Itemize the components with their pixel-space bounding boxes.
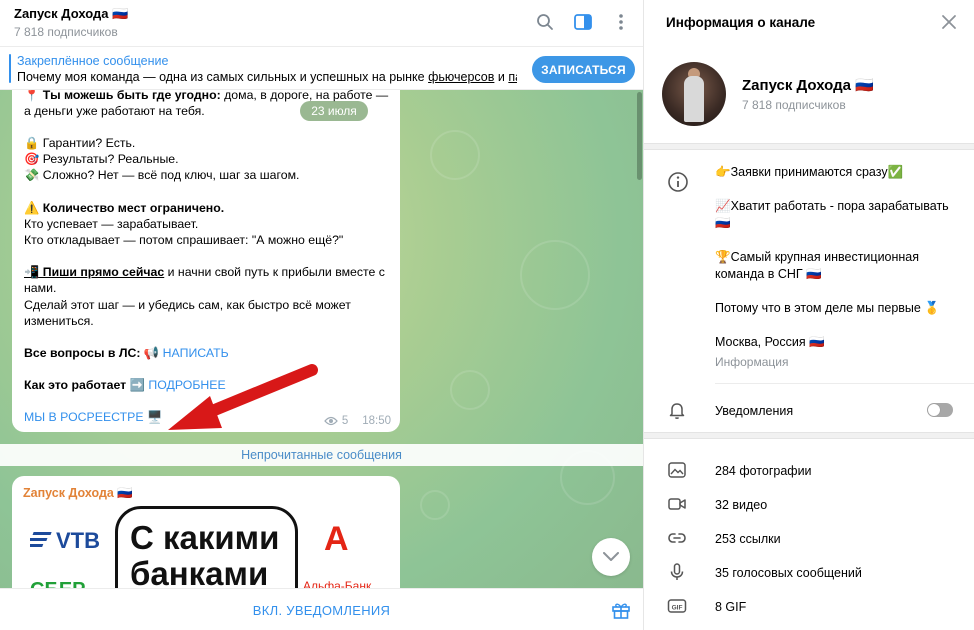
description-caption: Информация [715,355,789,369]
registry-link[interactable]: МЫ В РОСРЕЕСТРЕ [24,410,144,424]
channel-subscribers: 7 818 подписчиков [742,98,846,112]
unread-messages-divider: Непрочитанные сообщения [0,444,643,466]
close-icon[interactable] [940,13,958,31]
message-line: измениться. [24,314,94,328]
date-badge[interactable]: 23 июля [300,101,368,121]
media-photos[interactable]: 284 фотографии [715,464,812,478]
scroll-down-button[interactable] [592,538,630,576]
message-line: ⚠️ Количество мест ограничено. [24,201,225,215]
join-button[interactable]: ЗАПИСАТЬСЯ [532,56,635,83]
photo-icon [667,460,687,480]
message-author[interactable]: Zапуск Дохода 🇷🇺 [23,486,133,501]
notifications-label: Уведомления [715,404,794,418]
write-link[interactable]: НАПИСАТЬ [163,346,229,360]
section-separator [644,432,974,439]
pinned-message[interactable]: Закреплённое сообщение Почему моя команд… [0,47,643,90]
pinned-title: Закреплённое сообщение [17,54,169,68]
red-arrow-annotation [168,364,318,430]
svg-text:GIF: GIF [672,604,683,611]
chat-header[interactable]: Zапуск Дохода 🇷🇺 7 818 подписчиков [0,0,643,47]
chevron-down-icon [603,552,619,562]
gift-icon[interactable] [611,600,631,620]
link-icon [667,528,687,548]
background-doodle [450,370,490,410]
description-line: Москва, Россия 🇷🇺 [715,335,825,349]
media-links[interactable]: 253 ссылки [715,532,781,546]
message-line: Кто успевает — зарабатывает. [24,217,199,231]
background-doodle [520,240,590,310]
alfa-logo-text: Альфа-Банк [303,579,372,588]
banner-text: С какими банками [130,519,280,589]
background-doodle [430,130,480,180]
chat-panel: Zапуск Дохода 🇷🇺 7 818 подписчиков Закре… [0,0,644,630]
media-videos[interactable]: 32 видео [715,498,767,512]
notifications-toggle[interactable] [927,403,953,417]
sber-logo: СБЕР [30,579,86,588]
media-gifs[interactable]: 8 GIF [715,600,746,614]
message-line: нами. [24,281,57,295]
vtb-stripes-icon [30,531,52,549]
description-line: 🏆Самый крупная инвестиционная команда в … [715,250,920,281]
description-line: 👉Заявки принимаются сразу✅ [715,165,904,179]
chat-subscriber-count: 7 818 подписчиков [14,25,118,39]
message-time: 18:50 [362,415,391,427]
chat-scrollbar[interactable] [637,92,642,180]
enable-notifications-button[interactable]: ВКЛ. УВЕДОМЛЕНИЯ [0,589,643,630]
message-line: 🎯 Результаты? Реальные. [24,152,179,166]
message-line: Сделай этот шаг — и убедись сам, как быс… [24,298,351,312]
message-line: Все вопросы в ЛС: 📢 НАПИСАТЬ [24,346,229,360]
message-line: а деньги уже работают на тебя. [24,104,205,118]
sidebar-toggle-icon[interactable] [573,12,593,32]
message-line: МЫ В РОСРЕЕСТРЕ 🖥️ [24,410,163,424]
media-voice[interactable]: 35 голосовых сообщений [715,566,862,580]
chat-background: 📍 Ты можешь быть где угодно: дома, в дор… [0,90,643,588]
description-line: Потому что в этом деле мы первые 🥇 [715,301,940,315]
avatar[interactable] [662,62,726,126]
message-line: 📲 Пиши прямо сейчас и начни свой путь к … [24,265,385,279]
pinned-text: Почему моя команда — одна из самых сильн… [17,70,517,84]
chat-title[interactable]: Zапуск Дохода 🇷🇺 [14,6,128,22]
gif-icon: GIF [667,596,687,616]
vtb-logo: VTB [56,528,100,553]
pinned-indicator [9,54,11,83]
message-line: 💸 Сложно? Нет — всё под ключ, шаг за шаг… [24,168,300,182]
message-line: Кто откладывает — потом спрашивает: "А м… [24,233,344,247]
divider [715,383,974,384]
bell-icon [667,400,687,420]
microphone-icon [667,562,687,582]
description-line: 📈Хватит работать - пора зарабатывать 🇷🇺 [715,199,949,230]
message-meta: 5 18:50 [323,415,391,427]
message-bubble[interactable]: Zапуск Дохода 🇷🇺 VTB СБЕР С какимибанкам… [12,476,400,588]
section-separator [644,143,974,150]
info-title: Информация о канале [666,15,816,30]
info-icon [667,171,689,193]
info-header: Информация о канале [644,0,974,47]
search-icon[interactable] [535,12,555,32]
channel-name: Zапуск Дохода 🇷🇺 [742,77,874,94]
alfa-logo-letter: А [324,520,349,558]
more-vertical-icon[interactable] [611,12,631,32]
eye-icon [323,416,338,426]
channel-info-panel: Информация о канале Zапуск Дохода 🇷🇺 7 8… [644,0,974,630]
message-line: 🔒 Гарантии? Есть. [24,136,136,150]
view-count: 5 [341,415,349,427]
background-doodle [420,490,450,520]
video-icon [667,494,687,514]
chat-footer: ВКЛ. УВЕДОМЛЕНИЯ [0,588,643,630]
